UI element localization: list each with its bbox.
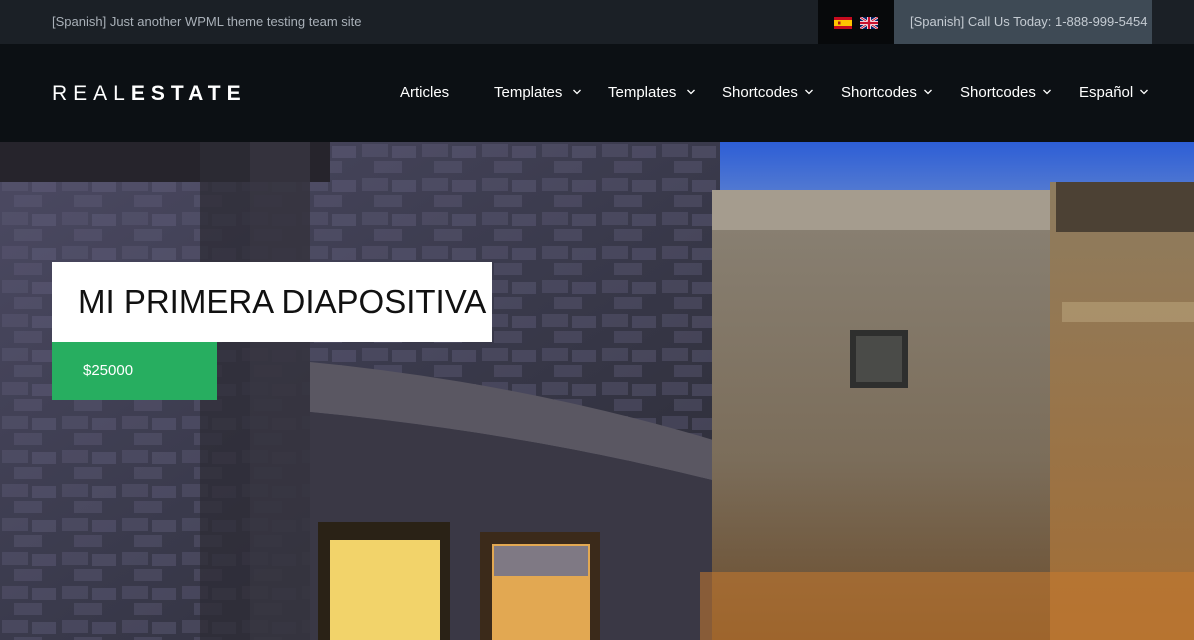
chevron-down-icon <box>1042 87 1052 97</box>
chevron-down-icon <box>1139 87 1149 97</box>
nav-item-label: Templates <box>494 84 563 101</box>
nav-item-templates[interactable]: Templates <box>494 80 581 106</box>
top-bar: [Spanish] Just another WPML theme testin… <box>0 0 1194 44</box>
chevron-down-icon <box>923 87 933 97</box>
language-switcher <box>818 0 894 44</box>
nav-item-label: Shortcodes <box>722 84 798 101</box>
nav-item-label: Shortcodes <box>960 84 1036 101</box>
english-flag-icon[interactable] <box>859 16 879 30</box>
nav-item-templates-2[interactable]: Templates <box>608 80 695 106</box>
chevron-down-icon <box>686 87 696 97</box>
site-logo[interactable]: REALESTATE <box>52 80 247 108</box>
nav-item-language[interactable]: Español <box>1079 80 1148 106</box>
nav-item-shortcodes-2[interactable]: Shortcodes <box>841 80 932 106</box>
call-us-text: [Spanish] Call Us Today: 1-888-999-5454 <box>894 0 1152 44</box>
nav-item-shortcodes-3[interactable]: Shortcodes <box>960 80 1051 106</box>
nav-item-shortcodes[interactable]: Shortcodes <box>722 80 813 106</box>
logo-light-text: REAL <box>52 82 131 105</box>
nav-item-label: Articles <box>400 84 450 101</box>
chevron-down-icon <box>804 87 814 97</box>
nav-item-articles[interactable]: Articles <box>400 80 449 106</box>
site-header: REALESTATE Articles Templates Templates … <box>0 44 1194 142</box>
nav-item-label: Español <box>1079 84 1134 101</box>
logo-bold-text: ESTATE <box>130 82 247 105</box>
slide-title-box: MI PRIMERA DIAPOSITIVA <box>52 262 492 342</box>
nav-item-label: Shortcodes <box>841 84 917 101</box>
nav-item-label: Templates <box>608 84 677 101</box>
price-label: $25000 <box>83 362 134 379</box>
site-tagline: [Spanish] Just another WPML theme testin… <box>52 14 362 29</box>
spanish-flag-icon[interactable] <box>834 16 852 29</box>
price-badge[interactable]: $25000 <box>52 342 217 400</box>
slide-title: MI PRIMERA DIAPOSITIVA <box>78 283 487 320</box>
chevron-down-icon <box>572 87 582 97</box>
